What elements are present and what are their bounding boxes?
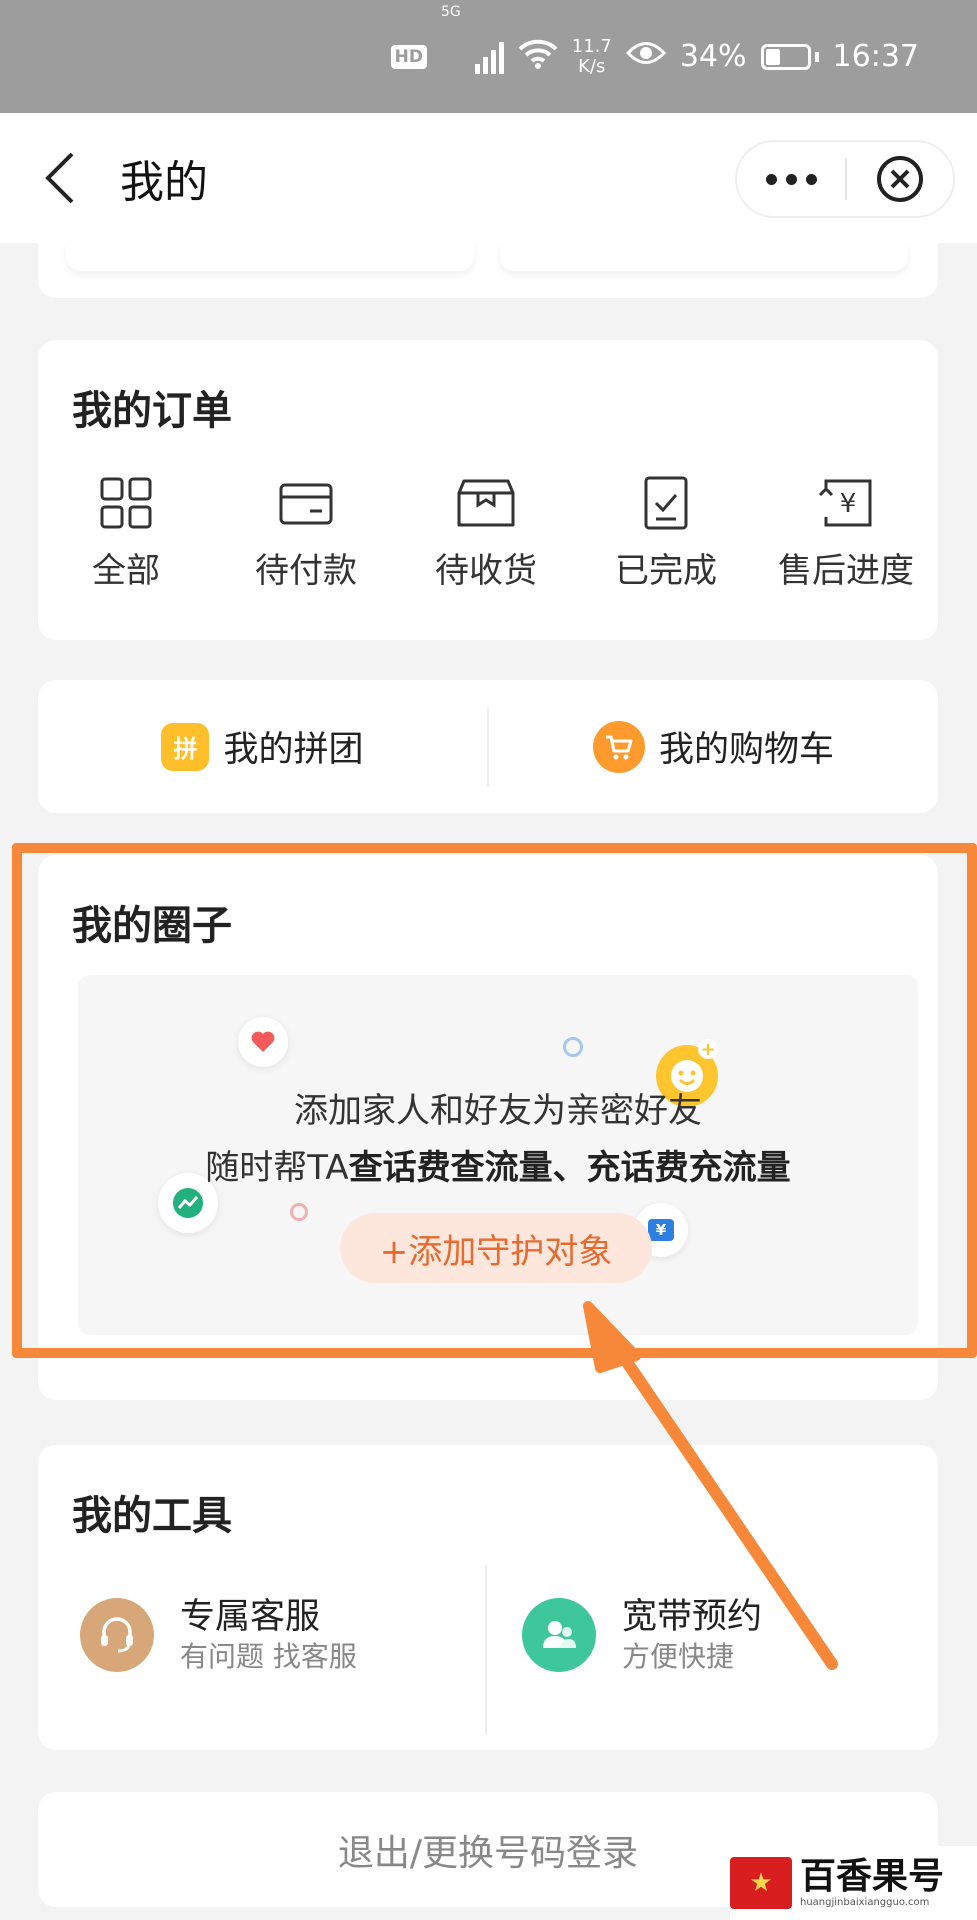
- circle-intro-bold: 查话费查流量、充话费充流量: [348, 1148, 791, 1188]
- customer-service-name: 专属客服: [180, 1597, 321, 1637]
- order-completed-label: 已完成: [615, 551, 717, 591]
- mini-program-capsule: [735, 140, 955, 218]
- watermark-name: 百香果号: [800, 1856, 945, 1897]
- circle-intro-prefix: 随时帮TA: [205, 1148, 349, 1188]
- wallet-icon: [279, 483, 333, 525]
- network-type: 5G: [441, 4, 461, 20]
- orders-card: 我的订单 全部 待付款 待收货 已完成 ¥ 售后进度: [38, 340, 938, 640]
- blue-dot-icon: [563, 1037, 583, 1057]
- customer-service-sub: 有问题 找客服: [180, 1640, 357, 1673]
- previous-card-stub-right: [500, 243, 908, 271]
- tools-divider: [485, 1565, 487, 1735]
- speed-value: 11.7: [571, 35, 612, 57]
- group-buy-icon: 拼: [161, 722, 210, 771]
- svg-text:¥: ¥: [840, 489, 857, 519]
- my-cart-label: 我的购物车: [658, 730, 834, 770]
- broadband-booking-item[interactable]: 宽带预约 方便快捷: [522, 1595, 762, 1675]
- speed-unit: K/s: [578, 55, 606, 77]
- order-pending-receipt-label: 待收货: [435, 551, 537, 591]
- battery-tip: [814, 51, 819, 62]
- checklist-icon: [644, 476, 688, 530]
- page-title: 我的: [120, 157, 208, 208]
- my-group-buy-label: 我的拼团: [223, 730, 364, 770]
- back-button[interactable]: [38, 148, 98, 208]
- ticket-yuan-glyph: ¥: [647, 1219, 675, 1241]
- eye-icon: [625, 39, 666, 74]
- heart-icon: [238, 1017, 288, 1067]
- order-completed[interactable]: 已完成: [581, 475, 751, 592]
- orders-title: 我的订单: [72, 388, 232, 434]
- back-arrow-icon: [45, 152, 74, 204]
- close-icon: [876, 156, 923, 202]
- broadband-booking-name: 宽带预约: [622, 1597, 763, 1637]
- circle-title: 我的圈子: [72, 903, 232, 949]
- broadband-booking-sub: 方便快捷: [622, 1640, 735, 1673]
- plus-badge-icon: +: [698, 1039, 718, 1060]
- site-watermark: ★ 百香果号 huangjinbaixiangguo.com: [730, 1846, 977, 1920]
- circle-card: 我的圈子 + ¥ 添加家人和好友为亲密好友 随时帮TA查话费查流量、充话费充流量…: [38, 855, 938, 1400]
- battery-percent: 34%: [679, 39, 747, 74]
- close-button[interactable]: [847, 142, 953, 216]
- clock: 16:37: [832, 39, 919, 74]
- more-button[interactable]: [737, 142, 845, 216]
- status-bar: HD 5G 11.7 K/s 34% 16:37: [0, 0, 977, 113]
- circle-intro-line1: 添加家人和好友为亲密好友: [294, 1091, 702, 1131]
- order-pending-payment-label: 待付款: [255, 551, 357, 591]
- customer-service-item[interactable]: 专属客服 有问题 找客服: [80, 1595, 357, 1675]
- network-speed: 11.7 K/s: [571, 35, 612, 77]
- circle-intro-line2: 随时帮TA查话费查流量、充话费充流量: [78, 1140, 918, 1189]
- hd-badge: HD: [390, 44, 427, 69]
- grid-icon: [100, 477, 152, 529]
- my-group-buy-button[interactable]: 拼 我的拼团: [38, 680, 487, 813]
- battery-icon: [760, 43, 811, 70]
- order-all-label: 全部: [92, 551, 160, 591]
- refund-icon: ¥: [818, 479, 872, 527]
- previous-card-stub-left: [66, 243, 474, 271]
- my-cart-button[interactable]: 我的购物车: [489, 680, 938, 813]
- cart-icon: [592, 720, 645, 773]
- tools-title: 我的工具: [72, 1493, 232, 1539]
- more-dots-icon: [765, 173, 777, 185]
- watermark-logo-icon: ★: [730, 1857, 792, 1909]
- add-guardian-button[interactable]: +添加守护对象: [340, 1213, 652, 1283]
- wifi-icon: [518, 37, 558, 77]
- watermark-url: huangjinbaixiangguo.com: [800, 1897, 930, 1908]
- shortcuts-card: 拼 我的拼团 我的购物车: [38, 680, 938, 813]
- previous-card-partial: [38, 243, 938, 298]
- order-pending-receipt[interactable]: 待收货: [401, 475, 571, 592]
- signal-icon: [474, 40, 504, 74]
- order-after-sales[interactable]: ¥ 售后进度: [761, 475, 931, 592]
- app-header: 我的: [0, 113, 977, 243]
- broadband-icon: [522, 1598, 596, 1672]
- pink-dot-icon: [290, 1203, 308, 1221]
- order-all[interactable]: 全部: [41, 475, 211, 592]
- order-after-sales-label: 售后进度: [778, 551, 914, 591]
- tools-card: 我的工具 专属客服 有问题 找客服 宽带预约 方便快捷: [38, 1445, 938, 1750]
- box-icon: [457, 479, 515, 527]
- circle-empty-panel: + ¥ 添加家人和好友为亲密好友 随时帮TA查话费查流量、充话费充流量 +添加守…: [78, 975, 918, 1335]
- headset-icon: [80, 1598, 154, 1672]
- order-pending-payment[interactable]: 待付款: [221, 475, 391, 592]
